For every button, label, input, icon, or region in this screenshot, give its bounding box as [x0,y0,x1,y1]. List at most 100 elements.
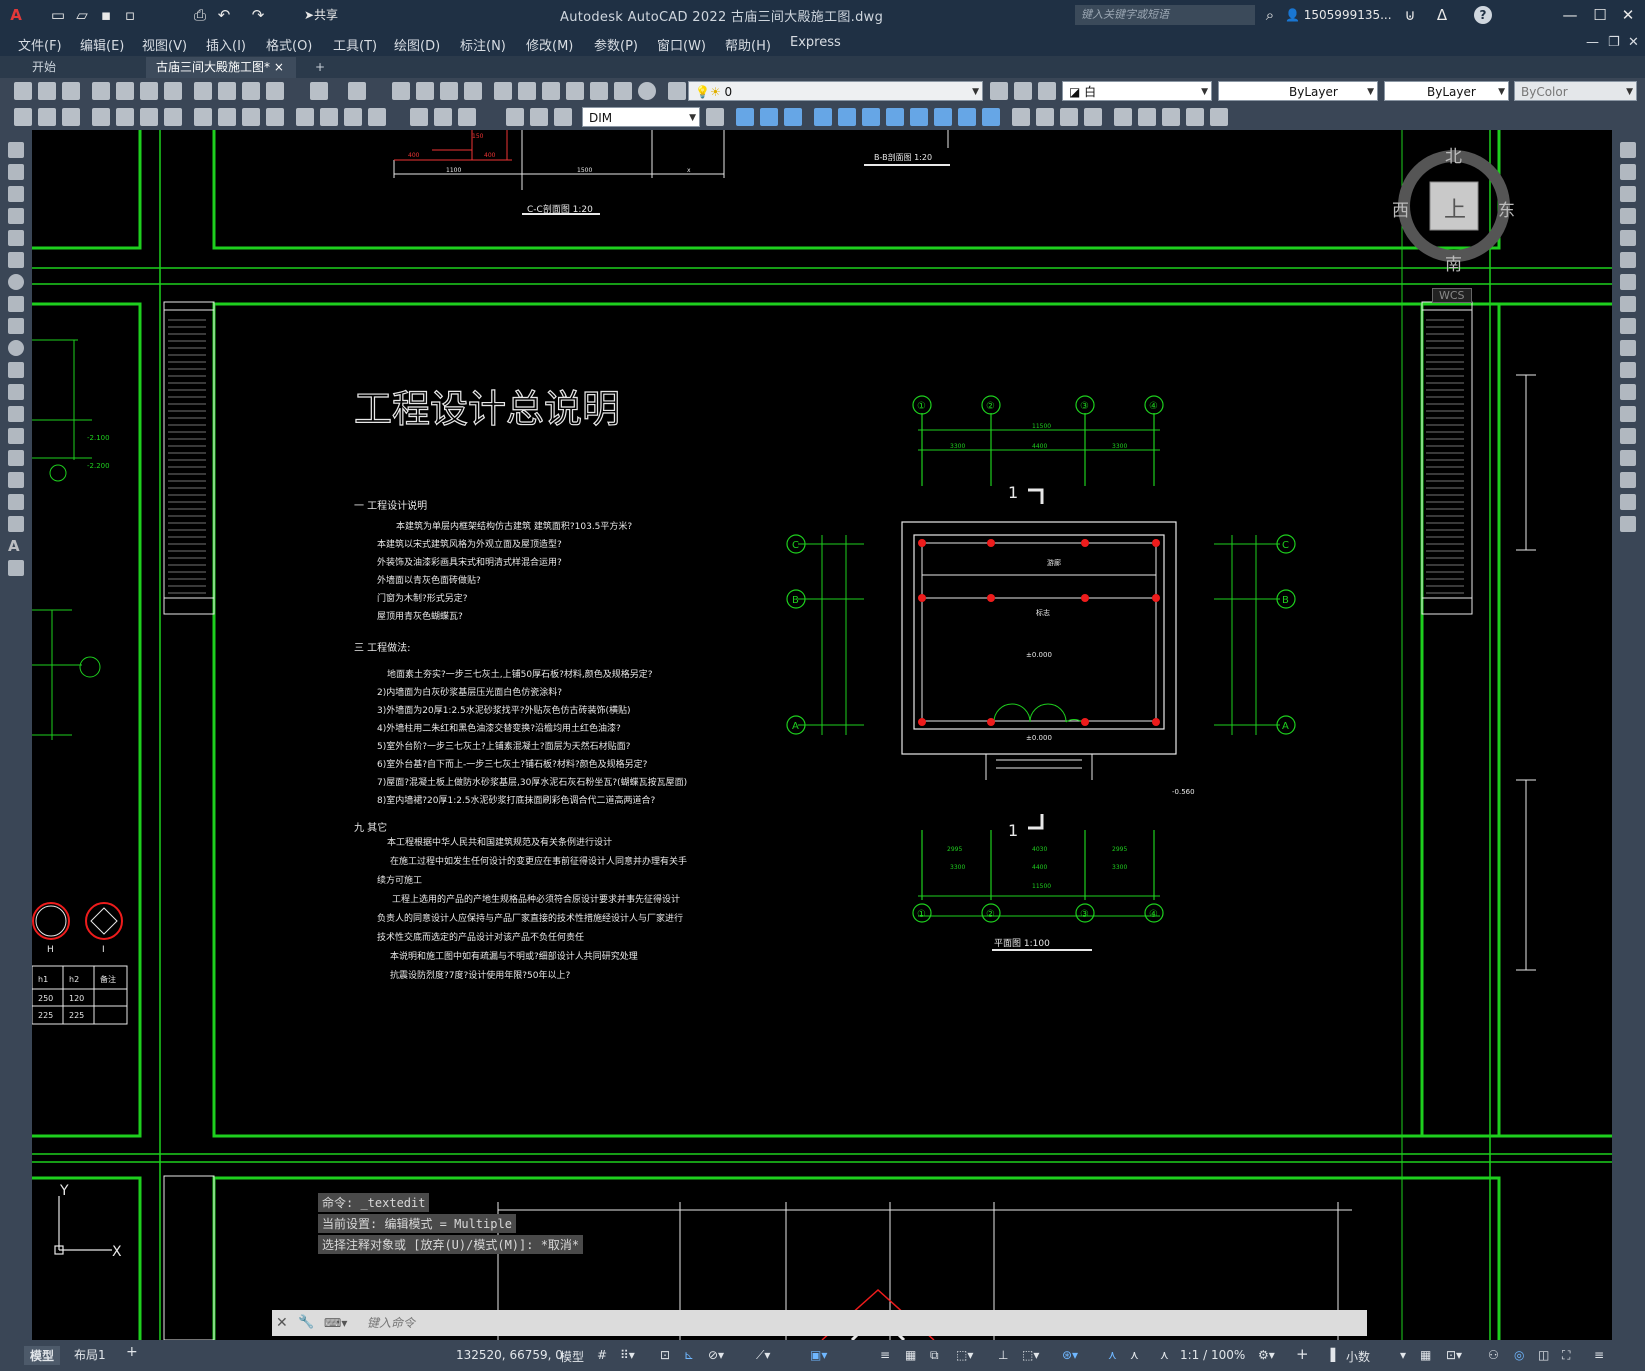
shaded-icon[interactable] [1036,108,1054,126]
menu-dimension[interactable]: 标注(N) [460,35,506,54]
tab-model[interactable]: 模型 [24,1346,61,1365]
sweep-icon[interactable] [1162,108,1180,126]
spline-icon[interactable] [8,318,24,334]
minimize-icon[interactable]: — [1560,4,1580,26]
revolve-icon[interactable] [1138,108,1156,126]
extrude-icon[interactable] [1114,108,1132,126]
viewcube-west[interactable]: 西 [1392,196,1409,221]
search-icon[interactable]: ⌕ [1260,4,1280,26]
units-icon[interactable]: ▐ [1326,1348,1335,1362]
menu-insert[interactable]: 插入(I) [206,35,246,54]
command-input[interactable]: ✕ 🔧 ⌨▾ 键入命令 [272,1310,1367,1336]
undo-icon[interactable]: ↶ [214,4,234,26]
annotation-scale[interactable]: 1:1 / 100% [1180,1348,1245,1362]
rectangle-icon[interactable] [8,230,24,246]
ellipse-arc-icon[interactable] [8,362,24,378]
make-block-icon[interactable] [8,406,24,422]
maximize-icon[interactable]: ☐ [1590,4,1610,26]
selection-filter-icon[interactable]: ⬚▾ [1022,1348,1039,1362]
new-tab-button[interactable]: + [305,57,335,78]
save-toolbar-icon[interactable] [62,82,80,100]
doc-close-icon[interactable]: ✕ [1628,35,1639,50]
insert-block-icon[interactable] [8,384,24,400]
loft-icon[interactable] [1186,108,1204,126]
menu-parametric[interactable]: 参数(P) [594,35,638,54]
close-icon[interactable]: ✕ [1618,4,1638,26]
dim-text-edit-icon[interactable] [530,108,548,126]
arc-length-icon[interactable] [140,108,158,126]
zoom-window-icon[interactable] [440,82,458,100]
inspection-icon[interactable] [458,108,476,126]
menu-express[interactable]: Express [790,35,841,50]
tab-start[interactable]: 开始 [22,57,66,78]
polar-icon[interactable]: ⊘▾ [708,1348,724,1362]
infer-constraints-icon[interactable]: ⊡ [660,1348,670,1362]
hatch-icon[interactable] [8,450,24,466]
menu-view[interactable]: 视图(V) [142,35,187,54]
lineweight-icon[interactable]: ≡ [880,1348,890,1362]
units-value[interactable]: 小数 [1346,1348,1370,1365]
doc-minimize-icon[interactable]: — [1586,35,1599,50]
match-properties-icon[interactable] [266,82,284,100]
tab-close-icon[interactable]: × [274,60,284,74]
viewcube-south[interactable]: 南 [1445,250,1462,275]
scale-icon[interactable] [1620,296,1636,312]
drawing-canvas[interactable]: C-C剖面图 1:20 400 150 400 1100 1500 x B-B剖… [32,130,1612,1340]
save-as-icon[interactable]: ▫ [120,4,140,26]
array-icon[interactable] [1620,230,1636,246]
dim-style-manager-icon[interactable] [706,108,724,126]
mirror-icon[interactable] [1620,186,1636,202]
doc-restore-icon[interactable]: ❐ [1608,35,1620,50]
diameter-dim-icon[interactable] [242,108,260,126]
open-file-icon[interactable]: ▱ [72,4,92,26]
zoom-realtime-icon[interactable] [416,82,434,100]
ucs-object-icon[interactable] [862,108,880,126]
construction-line-icon[interactable] [8,164,24,180]
center-mark-icon[interactable] [434,108,452,126]
polygon-icon[interactable] [8,208,24,224]
move-icon[interactable] [1620,252,1636,268]
viewcube-north[interactable]: 北 [1445,142,1462,167]
print-preview-icon[interactable] [116,82,134,100]
grid-icon[interactable]: # [597,1348,607,1362]
print-icon[interactable] [92,82,110,100]
dim-update-icon[interactable] [554,108,572,126]
autodesk-icon[interactable]: Δ [1432,4,1452,26]
ucs-origin-icon[interactable] [934,108,952,126]
view-top-icon[interactable] [736,108,754,126]
layer-manager-icon[interactable] [668,82,686,100]
ortho-icon[interactable]: ⊾ [684,1348,694,1362]
copy-object-icon[interactable] [1620,164,1636,180]
tool-palettes-icon[interactable] [542,82,560,100]
realistic-icon[interactable] [1060,108,1078,126]
baseline-dim-icon[interactable] [320,108,338,126]
ucs-3point-icon[interactable] [982,108,1000,126]
ucs-zaxis-icon[interactable] [958,108,976,126]
3d-osnap-icon[interactable]: ⬚▾ [956,1348,973,1362]
sheet-set-icon[interactable] [566,82,584,100]
search-input[interactable]: 键入关键字或短语 [1075,5,1255,25]
extend-icon[interactable] [1620,362,1636,378]
linetype-dropdown[interactable]: ByLayer ▼ [1218,81,1378,101]
aligned-dim-icon[interactable] [116,108,134,126]
multileader-style-icon[interactable] [62,108,80,126]
clean-screen-toggle-icon[interactable]: ◫ [1538,1348,1549,1362]
autocad-logo-icon[interactable]: A [6,4,26,26]
dim-space-icon[interactable] [368,108,386,126]
erase-icon[interactable] [1620,142,1636,158]
plotstyle-dropdown[interactable]: ByColor ▼ [1514,81,1637,101]
trim-icon[interactable] [1620,340,1636,356]
properties-icon[interactable] [494,82,512,100]
lock-ui-icon[interactable]: ⊡▾ [1446,1348,1462,1362]
zoom-previous-icon[interactable] [464,82,482,100]
design-center-icon[interactable] [518,82,536,100]
menu-draw[interactable]: 绘图(D) [394,35,440,54]
add-selected-icon[interactable] [8,560,24,576]
blend-icon[interactable] [1620,494,1636,510]
save-icon[interactable]: ▪ [96,4,116,26]
add-layout-button[interactable]: + [126,1344,138,1360]
ucs-face-icon[interactable] [886,108,904,126]
layer-dropdown[interactable]: 💡☀ 0 ▼ [688,81,983,101]
dynamic-ucs-icon[interactable]: ⊥ [998,1348,1008,1362]
view-side-icon[interactable] [784,108,802,126]
